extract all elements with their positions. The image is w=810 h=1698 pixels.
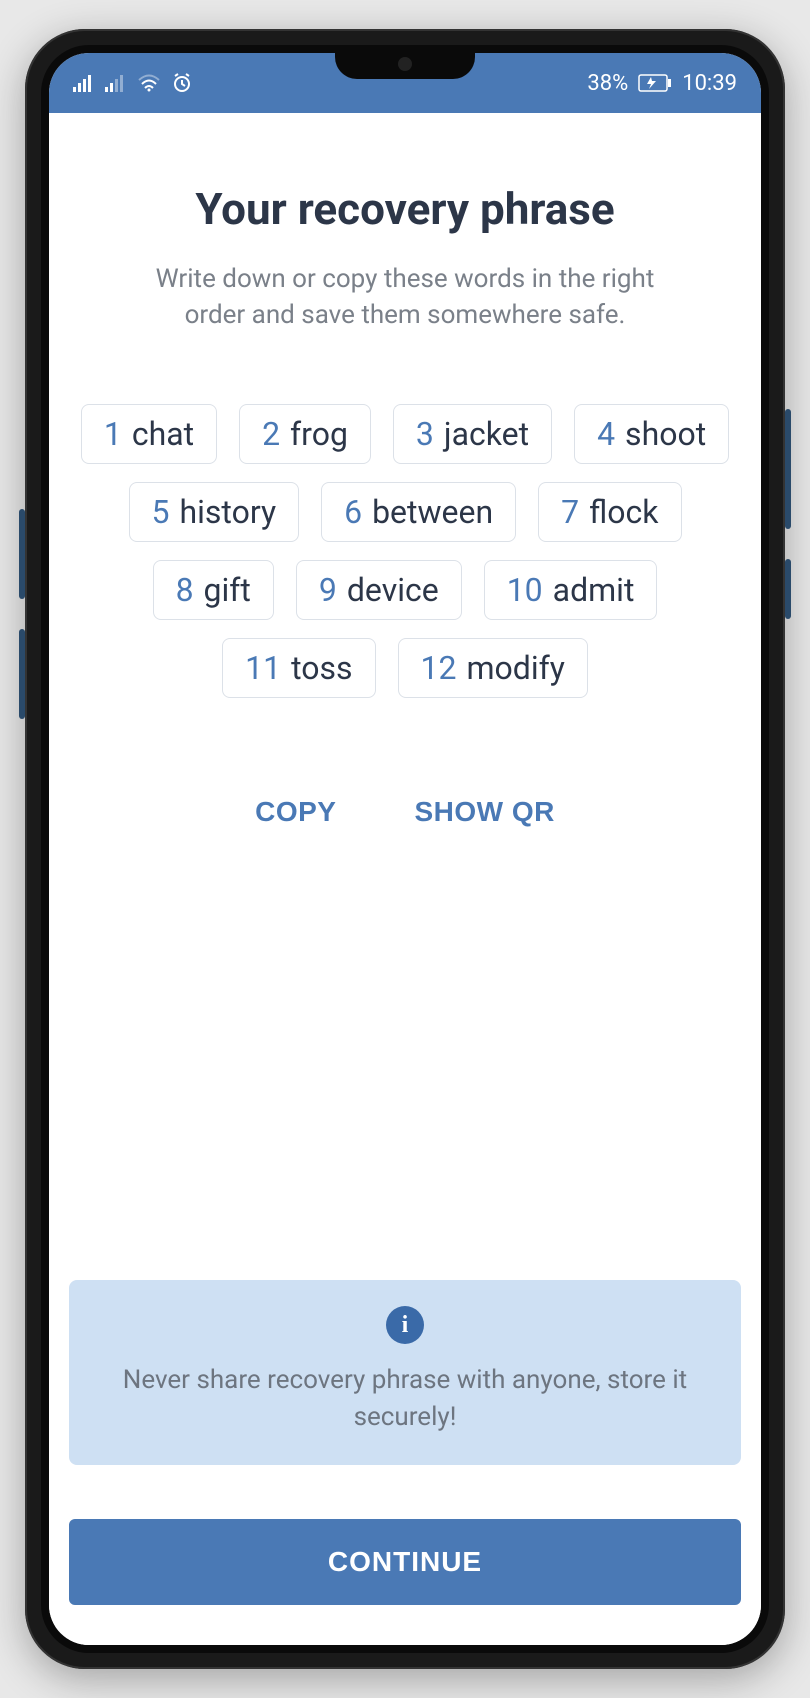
- word-text: device: [347, 571, 439, 609]
- continue-button[interactable]: CONTINUE: [69, 1519, 741, 1605]
- power-button: [19, 509, 25, 599]
- word-text: between: [372, 493, 493, 531]
- word-number: 1: [104, 415, 122, 453]
- notch: [335, 45, 475, 79]
- volume-up-button: [785, 409, 791, 529]
- copy-button[interactable]: COPY: [251, 788, 340, 836]
- word-number: 5: [152, 493, 170, 531]
- word-number: 9: [319, 571, 337, 609]
- screen: 38% 10:39 Your recovery phrase Write dow…: [49, 53, 761, 1645]
- recovery-word: 10 admit: [484, 560, 658, 620]
- recovery-word: 1 chat: [81, 404, 217, 464]
- word-number: 7: [561, 493, 579, 531]
- side-button: [19, 629, 25, 719]
- word-text: gift: [204, 571, 251, 609]
- word-text: toss: [291, 649, 352, 687]
- battery-icon: [638, 74, 672, 92]
- wifi-icon: [137, 74, 161, 92]
- word-number: 4: [597, 415, 615, 453]
- show-qr-button[interactable]: SHOW QR: [410, 788, 558, 836]
- word-number: 8: [176, 571, 194, 609]
- word-text: chat: [132, 415, 194, 453]
- phone-frame: 38% 10:39 Your recovery phrase Write dow…: [25, 29, 785, 1669]
- recovery-word: 2 frog: [239, 404, 371, 464]
- word-number: 3: [416, 415, 434, 453]
- alarm-icon: [171, 72, 193, 94]
- word-text: shoot: [625, 415, 706, 453]
- word-number: 6: [344, 493, 362, 531]
- actions-row: COPY SHOW QR: [69, 788, 741, 836]
- page-subtitle: Write down or copy these words in the ri…: [125, 261, 685, 334]
- recovery-word: 5history: [129, 482, 300, 542]
- volume-down-button: [785, 559, 791, 619]
- info-box: i Never share recovery phrase with anyon…: [69, 1280, 741, 1465]
- info-text: Never share recovery phrase with anyone,…: [99, 1362, 711, 1435]
- word-number: 2: [262, 415, 280, 453]
- word-number: 12: [421, 649, 457, 687]
- recovery-word: 12modify: [398, 638, 588, 698]
- word-number: 11: [245, 649, 281, 687]
- signal-icon: [73, 74, 95, 92]
- recovery-word: 4 shoot: [574, 404, 729, 464]
- word-text: history: [179, 493, 276, 531]
- recovery-word: 9 device: [296, 560, 462, 620]
- recovery-word: 6 between: [321, 482, 516, 542]
- signal-icon-2: [105, 74, 127, 92]
- info-icon: i: [386, 1306, 424, 1344]
- status-time: 10:39: [682, 71, 737, 96]
- word-text: admit: [553, 571, 635, 609]
- word-text: jacket: [444, 415, 529, 453]
- word-text: modify: [466, 649, 564, 687]
- battery-percent: 38%: [587, 71, 628, 96]
- recovery-word: 11 toss: [222, 638, 375, 698]
- word-number: 10: [507, 571, 543, 609]
- word-text: frog: [290, 415, 348, 453]
- recovery-word: 7 flock: [538, 482, 681, 542]
- content: Your recovery phrase Write down or copy …: [49, 113, 761, 1645]
- recovery-word: 8 gift: [153, 560, 274, 620]
- page-title: Your recovery phrase: [69, 183, 741, 235]
- recovery-words-grid: 1 chat 2 frog 3 jacket 4 shoot 5history 6 between 7…: [69, 404, 741, 698]
- word-text: flock: [589, 493, 658, 531]
- recovery-word: 3 jacket: [393, 404, 552, 464]
